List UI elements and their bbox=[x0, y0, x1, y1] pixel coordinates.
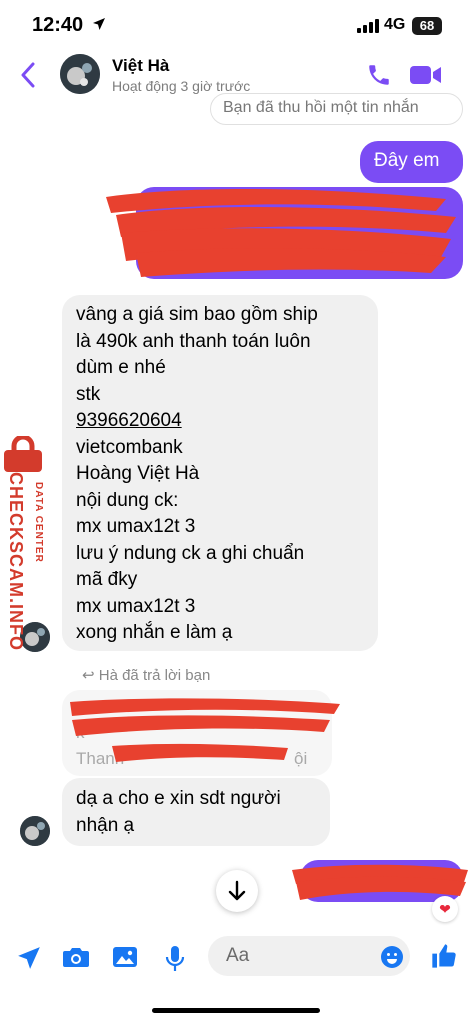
watermark-brand: CHECKSCAM.INFO bbox=[6, 472, 26, 651]
heart-reaction-icon[interactable]: ❤ bbox=[432, 896, 458, 922]
outgoing-message-redacted[interactable] bbox=[106, 187, 463, 279]
contact-activity: Hoạt động 3 giờ trước bbox=[112, 78, 251, 94]
redaction-scribble bbox=[292, 864, 468, 900]
thumbs-up-icon[interactable] bbox=[430, 942, 458, 970]
network-label: 4G bbox=[384, 16, 406, 33]
composer-bar: Aa bbox=[0, 928, 473, 988]
emoji-icon[interactable] bbox=[380, 945, 404, 969]
message-line: nhận ạ bbox=[76, 814, 135, 836]
incoming-message[interactable]: dạ a cho e xin sdt người nhận ạ bbox=[62, 778, 330, 846]
location-send-icon[interactable] bbox=[16, 945, 42, 971]
message-line: dùm e nhé bbox=[76, 357, 166, 378]
back-chevron-icon[interactable] bbox=[20, 62, 36, 88]
message-line: là 490k anh thanh toán luôn bbox=[76, 330, 311, 352]
message-line: mx umax12t 3 bbox=[76, 595, 196, 617]
incoming-message[interactable]: vâng a giá sim bao gồm ship là 490k anh … bbox=[62, 295, 378, 651]
message-line: mx umax12t 3 bbox=[76, 516, 196, 537]
contact-name[interactable]: Việt Hà bbox=[112, 56, 169, 76]
unsent-message-notice: Bạn đã thu hồi một tin nhắn bbox=[210, 93, 463, 125]
redaction-scribble bbox=[106, 189, 456, 277]
photo-gallery-icon[interactable] bbox=[112, 945, 138, 969]
message-line: mã đky bbox=[76, 569, 138, 590]
padlock-icon bbox=[4, 436, 42, 472]
scroll-to-bottom-button[interactable] bbox=[216, 870, 258, 912]
contact-avatar[interactable] bbox=[60, 54, 100, 94]
arrow-down-icon bbox=[228, 880, 246, 901]
message-line: vâng a giá sim bao gồm ship bbox=[76, 304, 318, 325]
message-line: vietcombank bbox=[76, 436, 183, 458]
message-input-placeholder: Aa bbox=[226, 945, 250, 966]
message-line: Hoàng Việt Hà bbox=[76, 463, 200, 484]
message-line: xong nhắn e làm ạ bbox=[76, 622, 233, 643]
status-time: 12:40 bbox=[32, 14, 84, 36]
location-arrow-icon bbox=[93, 18, 105, 30]
account-number-link[interactable]: 9396620604 bbox=[76, 408, 364, 435]
video-call-icon[interactable] bbox=[410, 64, 442, 86]
battery-level: 68 bbox=[419, 18, 435, 33]
reply-indicator: ↩ Hà đã trả lời bạn bbox=[82, 666, 210, 684]
checkscam-watermark: CHECKSCAM.INFO DATA CENTER bbox=[0, 436, 52, 666]
reply-label-text: Hà đã trả lời bạn bbox=[98, 667, 211, 684]
battery-icon: 68 bbox=[412, 17, 442, 35]
redaction-scribble bbox=[70, 698, 340, 762]
camera-icon[interactable] bbox=[62, 945, 90, 969]
outgoing-message-redacted[interactable] bbox=[292, 860, 468, 902]
message-line: nội dung ck: bbox=[76, 489, 179, 511]
message-line: dạ a cho e xin sdt người bbox=[76, 788, 281, 809]
watermark-subtitle: DATA CENTER bbox=[33, 482, 44, 563]
quoted-message[interactable]: k Thanh ội bbox=[62, 690, 340, 776]
status-bar: 12:40 4G 68 bbox=[0, 0, 473, 48]
message-line: stk bbox=[76, 383, 101, 405]
signal-icon bbox=[357, 19, 379, 33]
home-indicator bbox=[152, 1008, 320, 1013]
phone-call-icon[interactable] bbox=[366, 62, 392, 88]
message-input[interactable]: Aa bbox=[208, 936, 410, 976]
message-line: lưu ý ndung ck a ghi chuẩn bbox=[76, 542, 305, 564]
sender-avatar[interactable] bbox=[20, 816, 50, 846]
microphone-icon[interactable] bbox=[165, 945, 185, 973]
reply-icon: ↩ bbox=[82, 667, 99, 684]
outgoing-message[interactable]: Đây em bbox=[360, 141, 463, 183]
